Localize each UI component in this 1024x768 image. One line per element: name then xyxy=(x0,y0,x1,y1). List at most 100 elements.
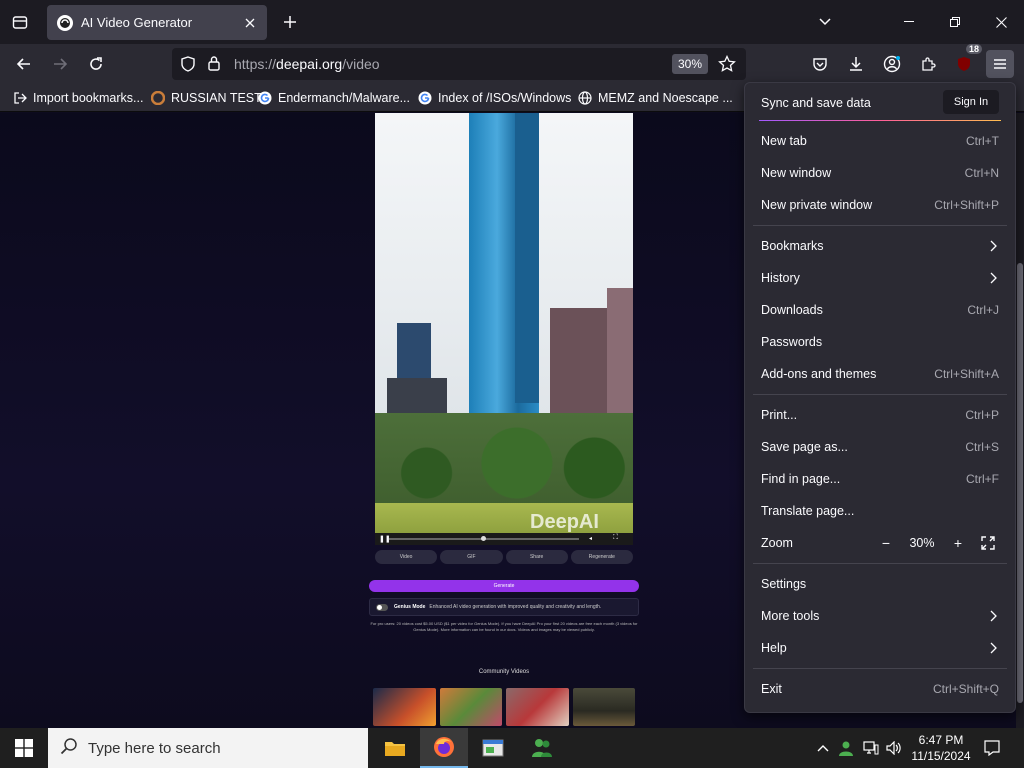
menu-addons-themes[interactable]: Add-ons and themes Ctrl+Shift+A xyxy=(745,358,1015,390)
file-explorer-button[interactable] xyxy=(371,728,419,768)
menu-passwords[interactable]: Passwords xyxy=(745,326,1015,358)
community-videos-heading: Community Videos xyxy=(478,669,530,675)
generated-video[interactable]: DeepAI ❚❚ ◂ ⛶ xyxy=(375,113,633,545)
account-icon xyxy=(883,55,901,73)
arrow-left-icon xyxy=(16,58,30,70)
address-bar[interactable]: https://deepai.org/video 30% xyxy=(172,48,746,80)
zoom-out-button[interactable]: − xyxy=(875,532,897,554)
bookmark-isos-windows[interactable]: Index of /ISOs/Windows xyxy=(417,89,571,107)
menu-translate-page[interactable]: Translate page... xyxy=(745,495,1015,527)
clock-date: 11/15/2024 xyxy=(911,749,971,763)
page-scrollbar[interactable] xyxy=(1016,113,1024,728)
close-tab-icon[interactable] xyxy=(239,12,261,34)
generate-button[interactable]: Generate xyxy=(369,580,639,592)
back-button[interactable] xyxy=(10,50,38,78)
zoom-level[interactable]: 30% xyxy=(905,536,939,550)
menu-history[interactable]: History xyxy=(745,262,1015,294)
url-path: /video xyxy=(342,56,380,72)
url-scheme: https:// xyxy=(234,56,277,72)
menu-help[interactable]: Help xyxy=(745,632,1015,664)
tab-bar: AI Video Generator xyxy=(0,0,1024,44)
zoom-in-button[interactable]: + xyxy=(947,532,969,554)
share-button[interactable]: Share xyxy=(505,550,568,564)
bookmark-russian-test[interactable]: RUSSIAN TEST xyxy=(150,89,262,107)
community-thumbnail[interactable] xyxy=(439,688,502,726)
menu-bookmarks[interactable]: Bookmarks xyxy=(745,230,1015,262)
download-video-button[interactable]: Video xyxy=(375,550,438,564)
regenerate-button[interactable]: Regenerate xyxy=(570,550,633,564)
downloads-button[interactable] xyxy=(842,50,870,78)
zoom-reset-badge[interactable]: 30% xyxy=(672,54,708,74)
video-controls[interactable]: ❚❚ ◂ ⛶ xyxy=(375,533,633,545)
fullscreen-button[interactable] xyxy=(977,532,999,554)
community-thumbnail[interactable] xyxy=(506,688,569,726)
chevron-right-icon xyxy=(987,272,999,284)
search-icon xyxy=(60,737,78,759)
community-thumbnail[interactable] xyxy=(373,688,436,726)
globe-icon xyxy=(577,90,593,106)
tab-overflow-button[interactable] xyxy=(811,8,839,36)
genius-mode-row[interactable]: Genius Mode Enhanced AI video generation… xyxy=(369,598,639,616)
menu-exit[interactable]: Exit Ctrl+Shift+Q xyxy=(745,673,1015,705)
tracking-protection-shield-icon[interactable] xyxy=(180,56,196,77)
bookmark-memz[interactable]: MEMZ and Noescape ... xyxy=(577,89,733,107)
network-button[interactable] xyxy=(860,728,882,768)
taskbar-clock[interactable]: 6:47 PM 11/15/2024 xyxy=(906,732,976,764)
menu-downloads[interactable]: Downloads Ctrl+J xyxy=(745,294,1015,326)
reload-button[interactable] xyxy=(82,50,110,78)
sign-in-button[interactable]: Sign In xyxy=(943,90,999,114)
tray-app-icon[interactable] xyxy=(836,728,856,768)
restore-button[interactable] xyxy=(941,8,969,36)
bookmark-import[interactable]: Import bookmarks... xyxy=(12,89,143,107)
folder-icon xyxy=(385,742,405,756)
start-button[interactable] xyxy=(0,728,48,768)
menu-more-tools[interactable]: More tools xyxy=(745,600,1015,632)
taskbar-search-box[interactable]: Type here to search xyxy=(48,728,368,768)
bookmark-endermanch[interactable]: Endermanch/Malware... xyxy=(257,89,410,107)
show-hidden-icons-button[interactable] xyxy=(814,728,832,768)
menu-new-window[interactable]: New window Ctrl+N xyxy=(745,157,1015,189)
ublock-extension-button[interactable]: 18 xyxy=(950,44,982,78)
volume-button[interactable] xyxy=(884,728,904,768)
app-taskbar-button[interactable] xyxy=(469,728,517,768)
navigation-toolbar: https://deepai.org/video 30% 18 xyxy=(0,44,1024,84)
lock-icon[interactable] xyxy=(207,55,221,76)
menu-save-page[interactable]: Save page as... Ctrl+S xyxy=(745,431,1015,463)
list-tabs-button[interactable] xyxy=(6,8,34,36)
menu-settings[interactable]: Settings xyxy=(745,568,1015,600)
url-text[interactable]: https://deepai.org/video xyxy=(234,56,380,72)
menu-item-shortcut: Ctrl+S xyxy=(965,440,999,454)
new-tab-button[interactable] xyxy=(279,11,301,33)
fullscreen-icon[interactable]: ⛶ xyxy=(613,534,618,542)
scrollbar-thumb[interactable] xyxy=(1017,263,1023,703)
bookmark-label: RUSSIAN TEST xyxy=(171,91,262,105)
menu-zoom: Zoom − 30% + xyxy=(745,527,1015,559)
menu-new-private-window[interactable]: New private window Ctrl+Shift+P xyxy=(745,189,1015,221)
menu-find-in-page[interactable]: Find in page... Ctrl+F xyxy=(745,463,1015,495)
users-icon xyxy=(532,739,552,757)
genius-mode-toggle[interactable] xyxy=(376,603,388,611)
volume-icon[interactable]: ◂ xyxy=(589,535,592,542)
download-icon xyxy=(850,57,862,71)
forward-button[interactable] xyxy=(46,50,74,78)
minimize-button[interactable] xyxy=(895,8,923,36)
messenger-taskbar-button[interactable] xyxy=(518,728,566,768)
pocket-button[interactable] xyxy=(806,50,834,78)
tab-ai-video-generator[interactable]: AI Video Generator xyxy=(47,5,267,40)
app-menu-button[interactable] xyxy=(986,50,1014,78)
trees-shape xyxy=(375,413,633,513)
account-button[interactable] xyxy=(878,50,906,78)
menu-separator xyxy=(753,668,1007,669)
menu-new-tab[interactable]: New tab Ctrl+T xyxy=(745,125,1015,157)
download-gif-button[interactable]: GIF xyxy=(440,550,503,564)
notifications-button[interactable] xyxy=(980,728,1004,768)
seek-handle[interactable] xyxy=(481,536,486,541)
reload-icon xyxy=(90,57,102,70)
close-window-button[interactable] xyxy=(987,8,1015,36)
menu-print[interactable]: Print... Ctrl+P xyxy=(745,399,1015,431)
firefox-taskbar-button[interactable] xyxy=(420,728,468,768)
community-thumbnail[interactable] xyxy=(572,688,635,726)
bookmark-star-icon[interactable] xyxy=(718,54,736,78)
tab-list-icon xyxy=(12,16,28,29)
extensions-button[interactable] xyxy=(914,50,942,78)
